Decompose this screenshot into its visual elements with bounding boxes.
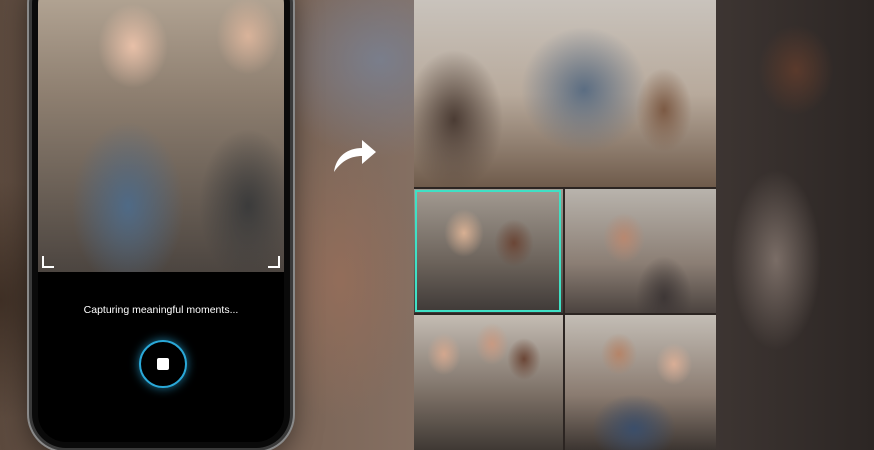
- phone-device: Capturing meaningful moments...: [32, 0, 290, 448]
- curved-arrow-icon: [334, 140, 376, 172]
- collage-tile-bottom-left[interactable]: [414, 314, 564, 450]
- collage-tile-top[interactable]: [414, 0, 716, 188]
- collage-tile-bottom-right[interactable]: [564, 314, 716, 450]
- collage-divider: [414, 313, 716, 315]
- phone-screen: Capturing meaningful moments...: [38, 0, 284, 442]
- viewfinder-corner-bottom-right: [268, 256, 280, 268]
- collage-tile-middle-right[interactable]: [564, 188, 716, 314]
- collage-divider: [563, 188, 565, 450]
- viewfinder-corner-bottom-left: [42, 256, 54, 268]
- collage-divider: [414, 187, 716, 189]
- stop-icon: [157, 358, 169, 370]
- background-figure-right: [716, 0, 874, 450]
- selected-moment-highlight: [415, 190, 561, 312]
- capture-status-text: Capturing meaningful moments...: [83, 304, 239, 316]
- camera-viewfinder: [38, 0, 284, 272]
- stop-recording-button[interactable]: [139, 340, 187, 388]
